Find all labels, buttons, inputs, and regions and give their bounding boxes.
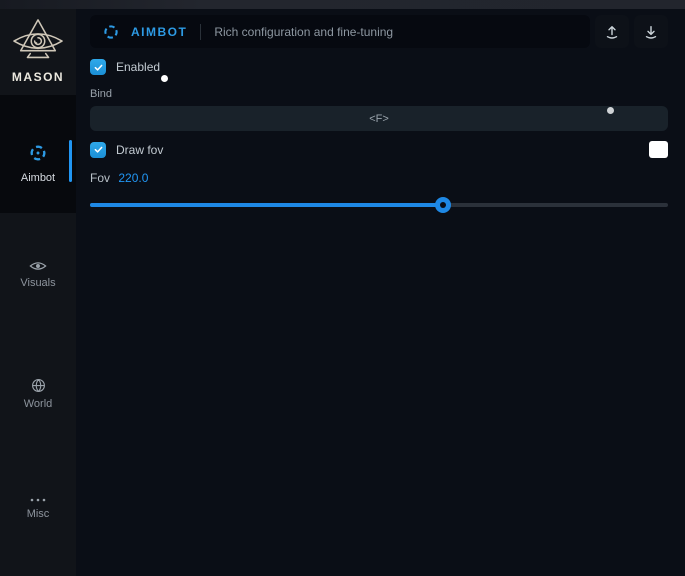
sidebar-item-aimbot[interactable]: Aimbot (0, 95, 76, 213)
draw-fov-checkbox[interactable] (90, 142, 106, 158)
mason-eye-logo-icon (0, 18, 76, 68)
sidebar-item-visuals[interactable]: Visuals (0, 260, 76, 289)
upload-config-button[interactable] (595, 15, 629, 48)
cursor-dot (161, 75, 168, 82)
active-tab-indicator (69, 140, 72, 182)
sidebar-item-misc[interactable]: Misc (0, 497, 76, 520)
download-config-button[interactable] (634, 15, 668, 48)
globe-icon (0, 378, 76, 393)
slider-fill (90, 203, 443, 207)
sidebar: MASON Aimbot Visuals (0, 9, 76, 576)
fov-slider[interactable] (90, 197, 668, 213)
app-window: MASON Aimbot Visuals (0, 9, 685, 576)
bind-label: Bind (90, 88, 668, 100)
brand-name: MASON (0, 70, 76, 84)
enabled-checkbox[interactable] (90, 59, 106, 75)
fov-label: Fov (90, 171, 110, 185)
draw-fov-row: Draw fov (90, 141, 668, 158)
crosshair-icon (29, 144, 47, 162)
enabled-row: Enabled (90, 59, 668, 75)
sidebar-item-world[interactable]: World (0, 378, 76, 410)
section-title: AIMBOT (131, 25, 187, 39)
section-header: AIMBOT Rich configuration and fine-tunin… (90, 15, 590, 48)
sidebar-item-label: Visuals (0, 277, 76, 289)
fov-value: 220.0 (118, 171, 148, 185)
bind-key-input[interactable]: <F> (90, 106, 668, 131)
fov-label-row: Fov 220.0 (90, 171, 668, 185)
crosshair-icon (103, 24, 119, 40)
brand-logo: MASON (0, 9, 76, 84)
main-panel: AIMBOT Rich configuration and fine-tunin… (76, 9, 685, 576)
header-row: AIMBOT Rich configuration and fine-tunin… (90, 15, 668, 48)
slider-handle[interactable] (435, 197, 451, 213)
upload-icon (604, 24, 620, 40)
header-divider (200, 24, 201, 40)
sidebar-item-label: Aimbot (0, 172, 76, 184)
section-subtitle: Rich configuration and fine-tuning (214, 25, 393, 39)
bind-key-value: <F> (369, 113, 389, 125)
sidebar-item-label: World (0, 398, 76, 410)
draw-fov-label: Draw fov (116, 143, 163, 157)
ellipsis-icon (0, 497, 76, 503)
eye-icon (0, 260, 76, 272)
sidebar-item-label: Misc (0, 508, 76, 520)
window-top-edge (0, 0, 685, 9)
fov-color-swatch[interactable] (649, 141, 668, 158)
enabled-label: Enabled (116, 60, 160, 74)
download-icon (643, 24, 659, 40)
